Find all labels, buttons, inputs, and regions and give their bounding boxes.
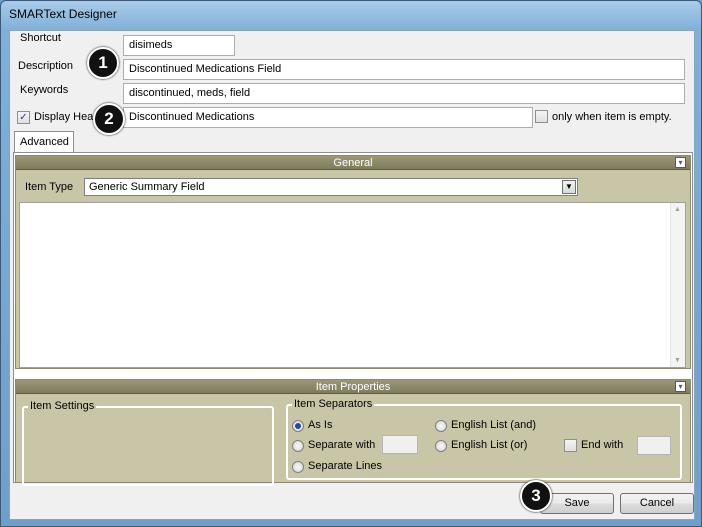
collapse-icon[interactable]: ▾	[675, 381, 686, 392]
tab-advanced[interactable]: Advanced	[14, 131, 74, 153]
end-with-input[interactable]	[637, 436, 671, 455]
description-input[interactable]: Discontinued Medications Field	[123, 59, 685, 80]
textarea-scrollbar[interactable]: ▲ ▼	[670, 203, 685, 367]
general-group-header[interactable]: General	[16, 156, 690, 170]
header-text-input[interactable]: Discontinued Medications	[123, 107, 533, 128]
item-properties-header[interactable]: Item Properties	[16, 380, 690, 394]
window-title: SMARText Designer	[9, 7, 117, 21]
title-bar[interactable]: SMARText Designer	[1, 1, 701, 29]
radio-as-is[interactable]	[292, 420, 304, 432]
callout-badge-2: 2	[93, 103, 125, 135]
description-label: Description	[18, 60, 74, 72]
collapse-icon[interactable]: ▾	[675, 157, 686, 168]
only-when-empty-label: only when item is empty.	[552, 111, 672, 123]
english-list-or-label: English List (or)	[451, 439, 528, 451]
item-separators-legend: Item Separators	[292, 398, 375, 410]
item-type-label: Item Type	[25, 181, 74, 193]
item-type-value: Generic Summary Field	[89, 181, 205, 193]
callout-badge-3: 3	[520, 480, 552, 512]
item-properties-title: Item Properties	[315, 381, 391, 393]
english-list-and-label: English List (and)	[451, 419, 536, 431]
general-group: General ▾ Item Type Generic Summary Fiel…	[15, 155, 691, 369]
only-when-empty-checkbox[interactable]	[535, 110, 548, 123]
checkmark-icon: ✓	[19, 112, 28, 123]
radio-separate-lines[interactable]	[292, 461, 304, 473]
advanced-tab-panel: General ▾ Item Type Generic Summary Fiel…	[13, 152, 693, 486]
scroll-down-arrow-icon[interactable]: ▼	[674, 357, 681, 364]
shortcut-label: Shortcut	[20, 32, 61, 44]
separate-lines-label: Separate Lines	[308, 460, 382, 472]
callout-badge-1: 1	[87, 47, 119, 79]
scroll-up-arrow-icon[interactable]: ▲	[674, 206, 681, 213]
shortcut-input[interactable]: disimeds	[123, 35, 235, 56]
chevron-down-icon[interactable]: ▼	[562, 180, 576, 194]
as-is-label: As Is	[308, 419, 333, 431]
item-settings-fieldset: Item Settings	[22, 400, 274, 486]
general-title: General	[333, 157, 373, 169]
item-properties-group: Item Properties ▾ Item Settings Item Sep…	[15, 379, 691, 486]
display-header-checkbox[interactable]: ✓	[17, 111, 30, 124]
separate-with-input[interactable]	[382, 435, 418, 454]
item-content-textarea[interactable]: ▲ ▼	[19, 202, 686, 368]
dialog-window: SMARText Designer Shortcut disimeds Desc…	[0, 0, 702, 527]
item-settings-legend: Item Settings	[28, 400, 97, 412]
item-separators-fieldset: Item Separators As Is Separate with Sepa…	[286, 398, 682, 480]
radio-english-list-and[interactable]	[435, 420, 447, 432]
keywords-input[interactable]: discontinued, meds, field	[123, 83, 685, 104]
display-header-label: Display Hea	[34, 111, 94, 123]
cancel-button[interactable]: Cancel	[620, 493, 694, 514]
item-type-select[interactable]: Generic Summary Field ▼	[84, 178, 578, 196]
end-with-checkbox[interactable]	[564, 439, 577, 452]
end-with-label: End with	[581, 439, 624, 451]
keywords-label: Keywords	[20, 84, 69, 96]
separate-with-label: Separate with	[308, 439, 376, 451]
radio-separate-with[interactable]	[292, 440, 304, 452]
radio-english-list-or[interactable]	[435, 440, 447, 452]
